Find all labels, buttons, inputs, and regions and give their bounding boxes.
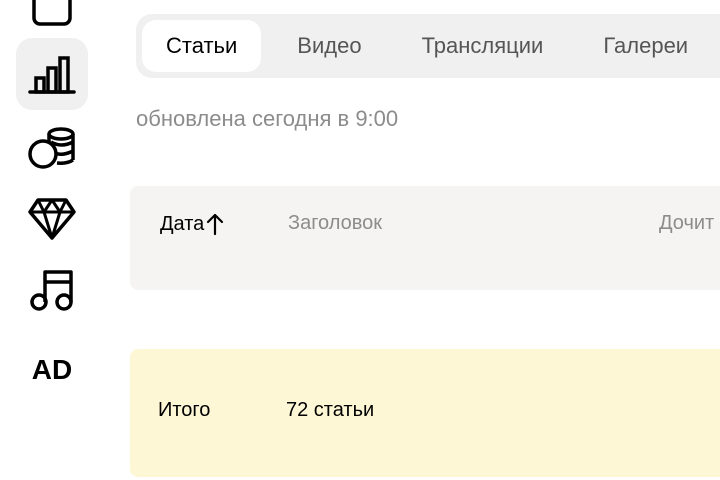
sidebar-item-ad[interactable]: AD	[16, 334, 88, 406]
sidebar-item-music[interactable]	[16, 254, 88, 326]
tab-galleries[interactable]: Галереи	[579, 20, 712, 72]
ad-icon: AD	[31, 354, 73, 385]
sidebar-item-finance[interactable]	[16, 112, 88, 184]
square-icon	[32, 0, 72, 26]
sidebar-item-premium[interactable]	[16, 182, 88, 254]
sidebar: AD	[0, 0, 104, 480]
music-note-icon	[30, 270, 73, 311]
coins-icon	[28, 127, 75, 169]
updated-timestamp: обновлена сегодня в 9:00	[136, 106, 399, 131]
column-title-header[interactable]: Заголовок	[288, 212, 382, 235]
total-label: Итого	[158, 399, 211, 421]
sidebar-item-square[interactable]	[16, 0, 88, 42]
diamond-icon	[28, 198, 76, 240]
tab-video[interactable]: Видео	[273, 20, 385, 72]
content-tabs: Статьи Видео Трансляции Галереи	[136, 14, 720, 78]
total-value: 72 статьи	[286, 399, 375, 421]
bar-chart-icon	[28, 56, 76, 94]
arrow-up-icon	[207, 213, 224, 236]
sidebar-item-statistics[interactable]	[16, 38, 88, 110]
tab-articles[interactable]: Статьи	[142, 20, 262, 72]
tab-broadcasts[interactable]: Трансляции	[398, 20, 568, 72]
table-header: Дата Заголовок Дочит	[130, 186, 720, 290]
column-date-header[interactable]: Дата	[160, 212, 224, 236]
column-read-header[interactable]: Дочит	[659, 212, 714, 235]
column-date-label: Дата	[160, 212, 205, 235]
total-row: Итого 72 статьи	[130, 349, 720, 477]
